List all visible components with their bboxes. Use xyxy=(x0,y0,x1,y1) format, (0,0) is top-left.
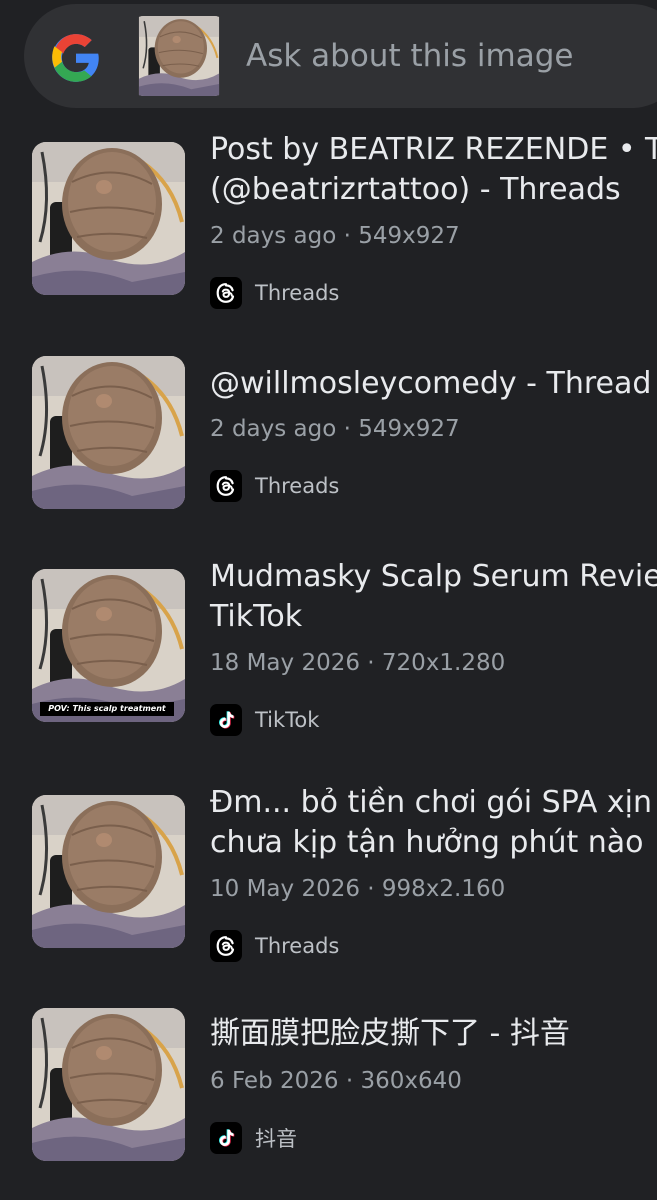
result-meta: 2 days ago · 549x927 xyxy=(210,416,460,442)
result-source[interactable]: 抖音 xyxy=(210,1122,297,1154)
result-title[interactable]: 撕面膜把脸皮撕下了 - 抖音 xyxy=(210,1014,657,1054)
result-title[interactable]: Đm... bỏ tiền chơi gói SPA xịn chưa kịp … xyxy=(210,783,657,863)
result-thumbnail[interactable]: POV: This scalp treatment xyxy=(32,569,185,722)
result-thumbnail[interactable] xyxy=(32,142,185,295)
tiktok-icon xyxy=(210,704,242,736)
result-item[interactable]: 撕面膜把脸皮撕下了 - 抖音 6 Feb 2026 · 360x640 抖音 xyxy=(0,996,657,1196)
result-source[interactable]: Threads xyxy=(210,930,339,962)
result-meta: 2 days ago · 549x927 xyxy=(210,223,460,249)
result-title-line: 撕面膜把脸皮撕下了 - 抖音 xyxy=(210,1016,570,1051)
threads-icon xyxy=(210,930,242,962)
result-title-line: chưa kịp tận hưởng phút nào xyxy=(210,825,644,860)
threads-icon xyxy=(210,470,242,502)
result-title[interactable]: Mudmasky Scalp Serum Revie TikTok xyxy=(210,557,657,637)
result-title[interactable]: Post by BEATRIZ REZENDE • T (@beatrizrta… xyxy=(210,130,657,210)
result-meta: 6 Feb 2026 · 360x640 xyxy=(210,1068,462,1094)
result-title-line: (@beatrizrtattoo) - Threads xyxy=(210,172,621,207)
result-title[interactable]: @willmosleycomedy - Thread xyxy=(210,364,657,404)
thumbnail-caption: POV: This scalp treatment xyxy=(40,702,174,716)
result-source[interactable]: Threads xyxy=(210,470,339,502)
result-source[interactable]: TikTok xyxy=(210,704,319,736)
threads-icon xyxy=(210,277,242,309)
search-input[interactable]: Ask about this image xyxy=(246,38,573,74)
result-source-name: Threads xyxy=(255,474,340,498)
result-source-name: Threads xyxy=(255,281,340,305)
result-item[interactable]: Đm... bỏ tiền chơi gói SPA xịn chưa kịp … xyxy=(0,783,657,983)
result-thumbnail[interactable] xyxy=(32,795,185,948)
result-source-name: TikTok xyxy=(255,708,320,732)
tiktok-icon xyxy=(210,1122,242,1154)
page: Ask about this image Post by BEATRIZ REZ… xyxy=(0,0,657,1200)
result-title-line: @willmosleycomedy - Thread xyxy=(210,366,652,401)
result-item[interactable]: Post by BEATRIZ REZENDE • T (@beatrizrta… xyxy=(0,130,657,330)
result-meta: 10 May 2026 · 998x2.160 xyxy=(210,876,506,902)
result-title-line: Mudmasky Scalp Serum Revie xyxy=(210,559,657,594)
query-image-thumbnail[interactable] xyxy=(130,16,228,96)
result-item[interactable]: POV: This scalp treatment Mudmasky Scalp… xyxy=(0,557,657,757)
result-source-name: 抖音 xyxy=(255,1127,297,1151)
result-item[interactable]: @willmosleycomedy - Thread 2 days ago · … xyxy=(0,344,657,544)
result-title-line: Đm... bỏ tiền chơi gói SPA xịn xyxy=(210,785,653,820)
result-title-line: Post by BEATRIZ REZENDE • T xyxy=(210,132,657,167)
result-thumbnail[interactable] xyxy=(32,356,185,509)
google-logo-icon[interactable] xyxy=(50,32,102,84)
result-title-line: TikTok xyxy=(210,599,303,634)
result-meta: 18 May 2026 · 720x1.280 xyxy=(210,650,506,676)
result-thumbnail[interactable] xyxy=(32,1008,185,1161)
result-source-name: Threads xyxy=(255,934,340,958)
result-source[interactable]: Threads xyxy=(210,277,339,309)
